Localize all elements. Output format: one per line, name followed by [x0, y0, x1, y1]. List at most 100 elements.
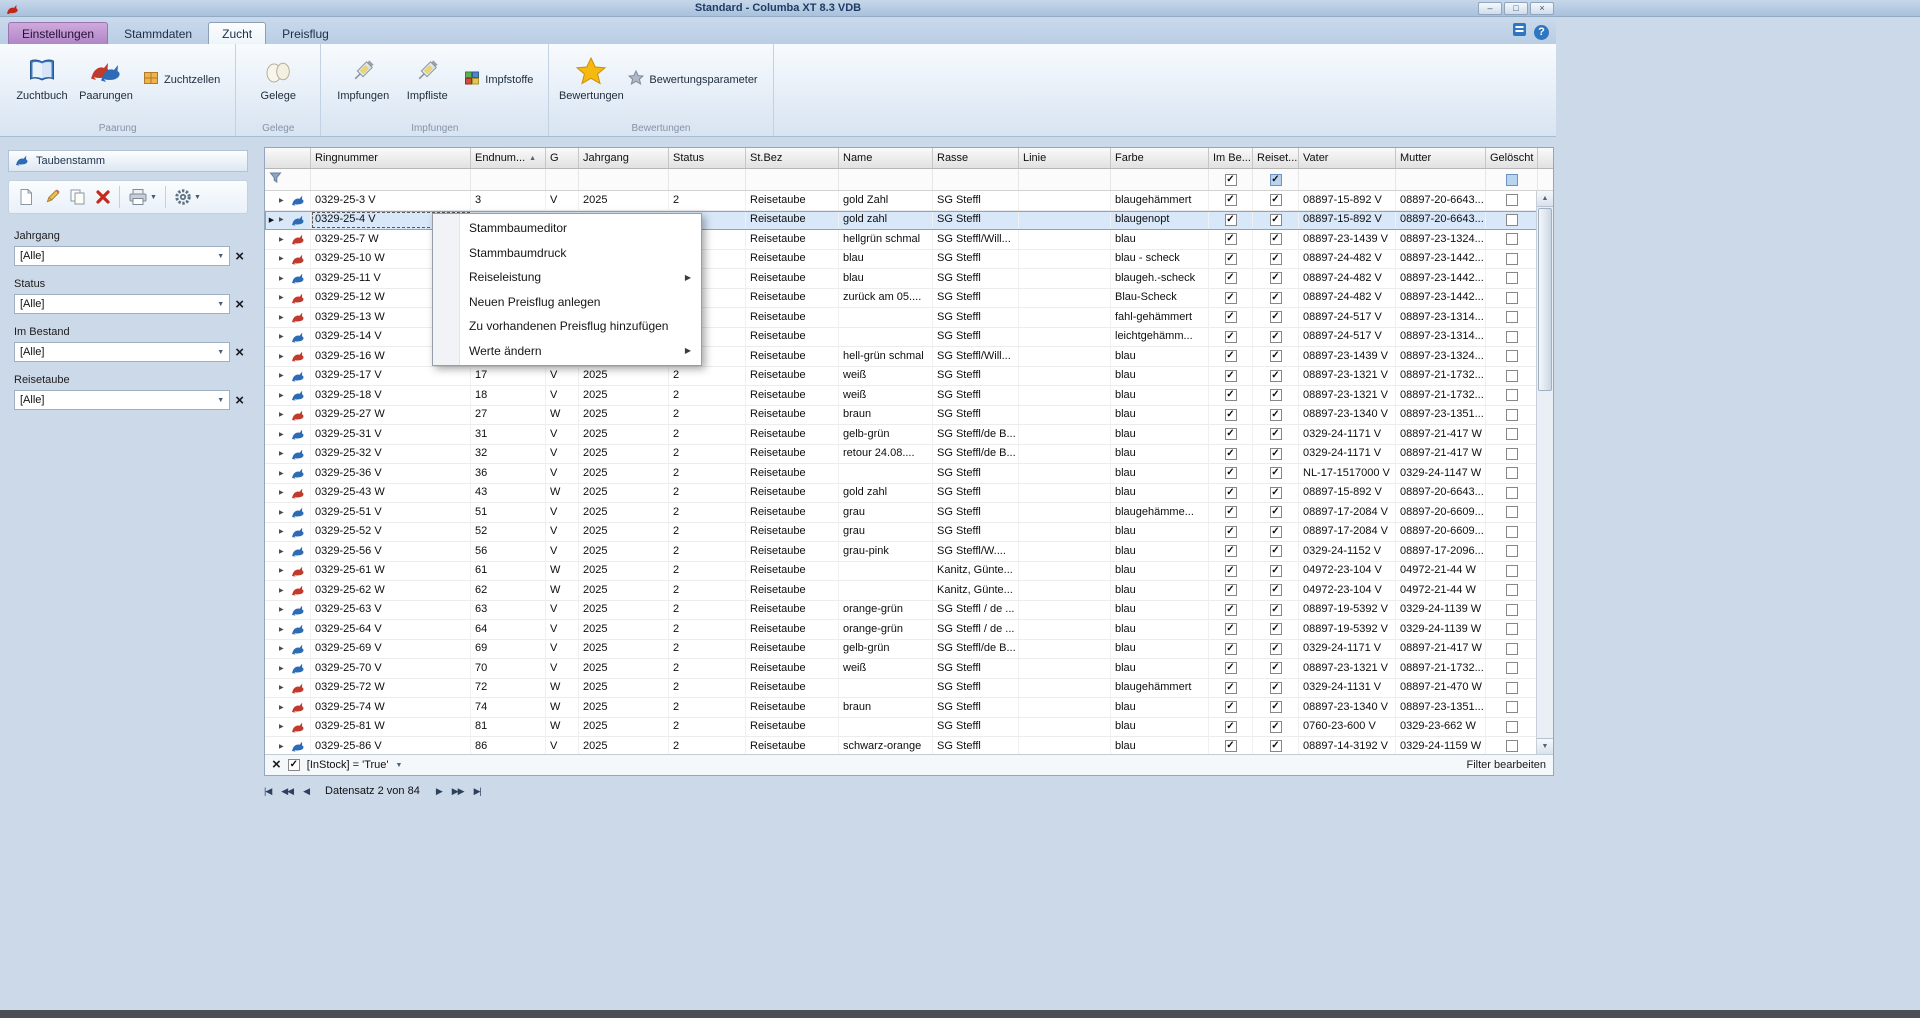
cell-endnummer[interactable]: 64: [471, 620, 546, 639]
cell-status[interactable]: 2: [669, 620, 746, 639]
cell-geloescht[interactable]: [1486, 640, 1538, 659]
cell-name[interactable]: orange-grün: [839, 620, 933, 639]
table-row[interactable]: ▶0329-25-27 W27W20252ReisetaubebraunSG S…: [265, 406, 1553, 426]
cell-name[interactable]: braun: [839, 698, 933, 717]
table-row[interactable]: ▶0329-25-74 W74W20252ReisetaubebraunSG S…: [265, 698, 1553, 718]
geloescht-checkbox[interactable]: [1506, 448, 1518, 460]
column-header-gelöscht[interactable]: Gelöscht: [1486, 148, 1538, 168]
reisetaube-checkbox[interactable]: ✓: [1270, 272, 1282, 284]
cell-reisetaube[interactable]: ✓: [1253, 211, 1299, 230]
cell-jahrgang[interactable]: 2025: [579, 445, 669, 464]
cell-farbe[interactable]: blau: [1111, 347, 1209, 366]
column-header-g[interactable]: G: [546, 148, 579, 168]
cell-name[interactable]: [839, 328, 933, 347]
cell-name[interactable]: [839, 308, 933, 327]
cell-endnummer[interactable]: 81: [471, 718, 546, 737]
cell-geloescht[interactable]: [1486, 230, 1538, 249]
row-indicator-cell[interactable]: ▶▶: [265, 211, 311, 230]
cell-mutter[interactable]: 08897-23-1351...: [1396, 698, 1486, 717]
im-bestand-checkbox[interactable]: ✓: [1225, 526, 1237, 538]
cell-st-bez[interactable]: Reisetaube: [746, 562, 839, 581]
cell-rasse[interactable]: SG Steffl: [933, 250, 1019, 269]
cell-linie[interactable]: [1019, 289, 1111, 308]
cell-farbe[interactable]: blau: [1111, 640, 1209, 659]
cell-mutter[interactable]: 08897-21-1732...: [1396, 386, 1486, 405]
cell-ringnummer[interactable]: 0329-25-36 V: [311, 464, 471, 483]
cell-rasse[interactable]: SG Steffl: [933, 367, 1019, 386]
cell-st-bez[interactable]: Reisetaube: [746, 289, 839, 308]
cell-farbe[interactable]: blaugenopt: [1111, 211, 1209, 230]
cell-vater[interactable]: 08897-23-1340 V: [1299, 698, 1396, 717]
cell-endnummer[interactable]: 32: [471, 445, 546, 464]
expand-row-icon[interactable]: ▶: [279, 626, 288, 633]
cell-vater[interactable]: 0329-24-1152 V: [1299, 542, 1396, 561]
expand-row-icon[interactable]: ▶: [279, 314, 288, 321]
cell-rasse[interactable]: SG Steffl/Will...: [933, 347, 1019, 366]
cell-rasse[interactable]: SG Steffl: [933, 698, 1019, 717]
im-bestand-checkbox[interactable]: ✓: [1225, 604, 1237, 616]
cell-g[interactable]: V: [546, 464, 579, 483]
expand-row-icon[interactable]: ▶: [279, 353, 288, 360]
cell-status[interactable]: 2: [669, 542, 746, 561]
cell-g[interactable]: V: [546, 620, 579, 639]
cell-st-bez[interactable]: Reisetaube: [746, 211, 839, 230]
cell-im-bestand[interactable]: ✓: [1209, 406, 1253, 425]
cell-farbe[interactable]: blaugeh.-scheck: [1111, 269, 1209, 288]
cell-name[interactable]: retour 24.08....: [839, 445, 933, 464]
cell-ringnummer[interactable]: 0329-25-52 V: [311, 523, 471, 542]
reisetaube-checkbox[interactable]: ✓: [1270, 604, 1282, 616]
cell-mutter[interactable]: 08897-23-1442...: [1396, 289, 1486, 308]
cell-name[interactable]: [839, 581, 933, 600]
menu-item-stammbaumdruck[interactable]: Stammbaumdruck: [433, 241, 701, 266]
cell-rasse[interactable]: SG Steffl: [933, 386, 1019, 405]
cell-rasse[interactable]: SG Steffl: [933, 406, 1019, 425]
cell-g[interactable]: V: [546, 601, 579, 620]
row-indicator-cell[interactable]: ▶: [265, 230, 311, 249]
expand-row-icon[interactable]: ▶: [279, 392, 288, 399]
tab-preisflug[interactable]: Preisflug: [268, 22, 343, 44]
cell-g[interactable]: V: [546, 523, 579, 542]
cell-status[interactable]: 2: [669, 464, 746, 483]
cell-farbe[interactable]: blau: [1111, 230, 1209, 249]
cell-ringnummer[interactable]: 0329-25-86 V: [311, 737, 471, 754]
cell-vater[interactable]: 0329-24-1171 V: [1299, 640, 1396, 659]
cell-linie[interactable]: [1019, 737, 1111, 754]
expand-row-icon[interactable]: ▶: [279, 372, 288, 379]
cell-geloescht[interactable]: [1486, 289, 1538, 308]
cell-jahrgang[interactable]: 2025: [579, 718, 669, 737]
table-row[interactable]: ▶0329-25-86 V86V20252Reisetaubeschwarz-o…: [265, 737, 1553, 754]
cell-name[interactable]: zurück am 05....: [839, 289, 933, 308]
cell-rasse[interactable]: Kanitz, Günte...: [933, 581, 1019, 600]
filter-active-checkbox[interactable]: ✓: [288, 759, 300, 771]
geloescht-checkbox[interactable]: [1506, 545, 1518, 557]
cell-farbe[interactable]: blau: [1111, 484, 1209, 503]
cell-vater[interactable]: 08897-23-1321 V: [1299, 659, 1396, 678]
cell-farbe[interactable]: blau: [1111, 464, 1209, 483]
cell-vater[interactable]: 08897-17-2084 V: [1299, 523, 1396, 542]
cell-im-bestand[interactable]: ✓: [1209, 464, 1253, 483]
cell-jahrgang[interactable]: 2025: [579, 659, 669, 678]
cell-mutter[interactable]: 0329-24-1147 W: [1396, 464, 1486, 483]
table-row[interactable]: ▶0329-25-63 V63V20252Reisetaubeorange-gr…: [265, 601, 1553, 621]
cell-endnummer[interactable]: 43: [471, 484, 546, 503]
cell-farbe[interactable]: blau: [1111, 445, 1209, 464]
cell-mutter[interactable]: 0329-24-1139 W: [1396, 601, 1486, 620]
cell-mutter[interactable]: 08897-21-470 W: [1396, 679, 1486, 698]
cell-im-bestand[interactable]: ✓: [1209, 484, 1253, 503]
prev-record-button[interactable]: ◀: [303, 786, 309, 797]
geloescht-checkbox[interactable]: [1506, 740, 1518, 752]
row-indicator-cell[interactable]: ▶: [265, 484, 311, 503]
im-bestand-checkbox[interactable]: ✓: [1225, 389, 1237, 401]
row-indicator-cell[interactable]: ▶: [265, 737, 311, 754]
cell-name[interactable]: gelb-grün: [839, 640, 933, 659]
cell-reisetaube[interactable]: ✓: [1253, 679, 1299, 698]
cell-linie[interactable]: [1019, 542, 1111, 561]
vertical-scrollbar[interactable]: ▲ ▼: [1536, 191, 1553, 754]
reisetaube-checkbox[interactable]: ✓: [1270, 233, 1282, 245]
cell-farbe[interactable]: blau: [1111, 523, 1209, 542]
reisetaube-checkbox[interactable]: ✓: [1270, 643, 1282, 655]
expand-row-icon[interactable]: ▶: [279, 489, 288, 496]
cell-name[interactable]: orange-grün: [839, 601, 933, 620]
cell-vater[interactable]: 04972-23-104 V: [1299, 581, 1396, 600]
reisetaube-checkbox[interactable]: ✓: [1270, 292, 1282, 304]
